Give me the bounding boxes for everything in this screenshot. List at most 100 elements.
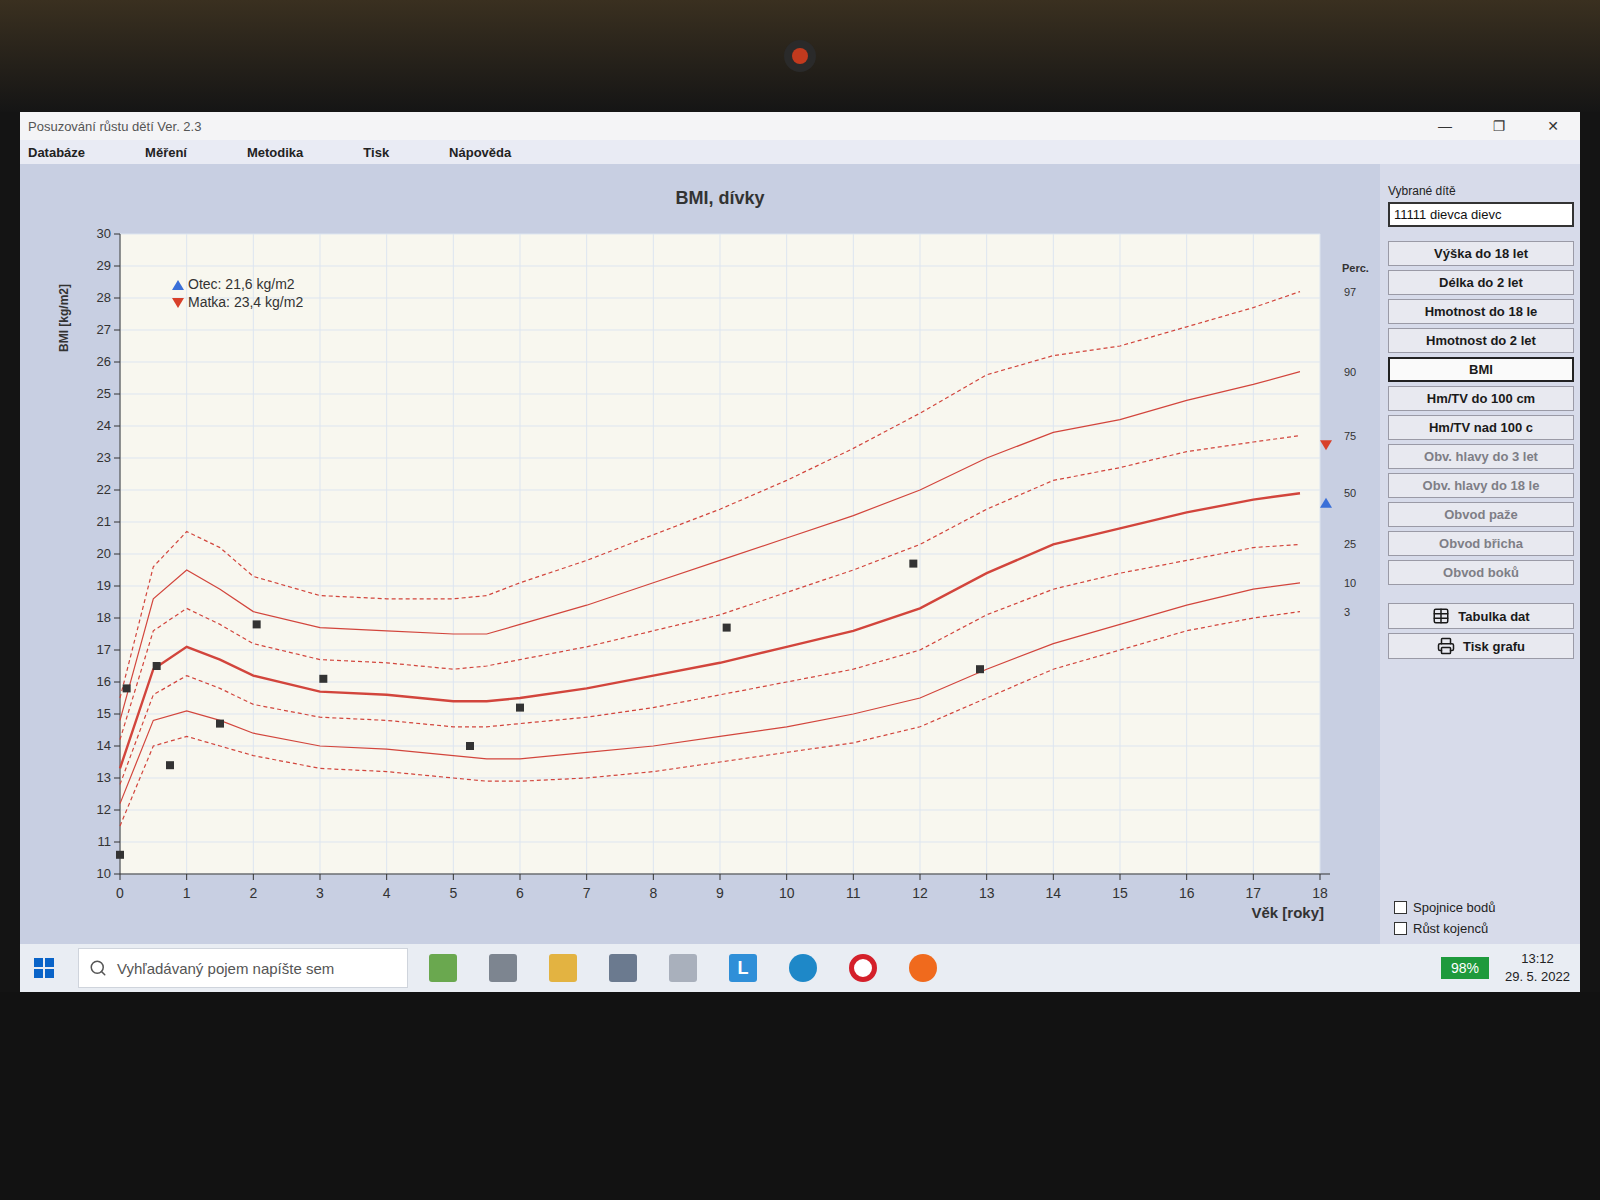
taskbar-app[interactable] (838, 948, 888, 988)
taskbar-app[interactable] (538, 948, 588, 988)
checkbox[interactable] (1394, 922, 1407, 935)
svg-text:15: 15 (97, 706, 111, 721)
system-tray: 98% 13:1229. 5. 2022 (1441, 950, 1570, 986)
percentile-header: Perc. (1342, 262, 1369, 274)
x-tick: 3 (316, 874, 324, 901)
sidebar-button[interactable]: Délka do 2 let (1388, 270, 1574, 295)
window-control-button[interactable]: — (1418, 112, 1472, 140)
svg-text:21: 21 (97, 514, 111, 529)
checkbox-row[interactable]: Spojnice bodů (1394, 900, 1574, 915)
svg-text:23: 23 (97, 450, 111, 465)
x-tick: 12 (912, 874, 928, 901)
y-tick: 24 (97, 418, 120, 433)
menu-item[interactable]: Měření (145, 145, 187, 160)
measurement-point (253, 620, 261, 628)
grid-line (120, 778, 1320, 779)
grid-line (120, 458, 1320, 459)
checkbox-group: Spojnice bodů Růst kojenců (1388, 900, 1574, 936)
taskbar-app[interactable] (778, 948, 828, 988)
y-tick: 14 (97, 738, 120, 753)
parent-marker (1320, 440, 1332, 450)
clock[interactable]: 13:1229. 5. 2022 (1505, 950, 1570, 986)
title-bar: Posuzování růstu dětí Ver. 2.3—❐✕ (20, 112, 1580, 140)
y-tick: 10 (97, 866, 120, 881)
sidebar-button[interactable]: Obv. hlavy do 3 let (1388, 444, 1574, 469)
grid-line (120, 810, 1320, 811)
main-area: BMI, dívky101112131415161718192021222324… (20, 164, 1580, 944)
x-tick: 8 (649, 874, 657, 901)
sidebar-button[interactable]: Obvod paže (1388, 502, 1574, 527)
sidebar-button[interactable]: Hmotnost do 18 le (1388, 299, 1574, 324)
window-control-button[interactable]: ✕ (1526, 112, 1580, 140)
y-tick: 12 (97, 802, 120, 817)
sidebar-button[interactable]: Hm/TV nad 100 c (1388, 415, 1574, 440)
svg-text:26: 26 (97, 354, 111, 369)
bmi-chart: BMI, dívky101112131415161718192021222324… (20, 164, 1380, 944)
battery-indicator: 98% (1441, 957, 1489, 979)
svg-text:4: 4 (383, 885, 391, 901)
weather-icon (429, 954, 457, 982)
svg-text:18: 18 (97, 610, 111, 625)
x-tick: 9 (716, 874, 724, 901)
svg-text:9: 9 (716, 885, 724, 901)
svg-text:5: 5 (449, 885, 457, 901)
grid-line (120, 682, 1320, 683)
percentile-curve: 75 (120, 430, 1356, 740)
chart-panel: BMI, dívky101112131415161718192021222324… (20, 164, 1380, 944)
svg-text:16: 16 (97, 674, 111, 689)
checkbox-row[interactable]: Růst kojenců (1394, 921, 1574, 936)
sidebar-button[interactable]: Hmotnost do 2 let (1388, 328, 1574, 353)
sidebar-button[interactable]: Obv. hlavy do 18 le (1388, 473, 1574, 498)
taskbar-app[interactable] (598, 948, 648, 988)
svg-text:27: 27 (97, 322, 111, 337)
y-tick: 26 (97, 354, 120, 369)
menu-item[interactable]: Databáze (28, 145, 85, 160)
grid-line (120, 362, 1320, 363)
sidebar-button[interactable]: Tisk grafu (1388, 633, 1574, 659)
sidebar-button[interactable]: Hm/TV do 100 cm (1388, 386, 1574, 411)
y-tick: 22 (97, 482, 120, 497)
svg-text:1: 1 (183, 885, 191, 901)
taskbar-app[interactable] (898, 948, 948, 988)
taskbar-app[interactable] (418, 948, 468, 988)
triangle-up-icon (172, 280, 184, 290)
menu-item[interactable]: Nápověda (449, 145, 511, 160)
sidebar-button[interactable]: Výška do 18 let (1388, 241, 1574, 266)
window-control-button[interactable]: ❐ (1472, 112, 1526, 140)
search-box[interactable]: Vyhľadávaný pojem napíšte sem (78, 948, 408, 988)
svg-text:28: 28 (97, 290, 111, 305)
x-tick: 13 (979, 874, 995, 901)
grid-line (120, 586, 1320, 587)
legend-item: Matka: 23,4 kg/m2 (172, 294, 1332, 450)
taskbar-app[interactable] (658, 948, 708, 988)
percentile-curve: 3 (120, 606, 1350, 826)
percentile-label: 97 (1344, 286, 1356, 298)
grid-line (120, 394, 1320, 395)
y-axis-label: BMI [kg/m2] (57, 284, 71, 352)
sidebar-button[interactable]: Obvod břicha (1388, 531, 1574, 556)
x-tick: 7 (583, 874, 591, 901)
window-controls: —❐✕ (1418, 112, 1580, 140)
windows-logo-icon[interactable] (20, 944, 68, 992)
menu-item[interactable]: Metodika (247, 145, 303, 160)
child-field[interactable]: 11111 dievca dievc (1388, 202, 1574, 227)
sidebar-button[interactable]: Obvod boků (1388, 560, 1574, 585)
percentile-label: 10 (1344, 577, 1356, 589)
menu-item[interactable]: Tisk (363, 145, 389, 160)
x-tick: 14 (1046, 874, 1062, 901)
letter-icon: L (729, 954, 757, 982)
x-tick: 1 (183, 874, 191, 901)
triangle-down-icon (172, 298, 184, 308)
plot-area (120, 234, 1320, 874)
y-tick: 25 (97, 386, 120, 401)
svg-text:12: 12 (97, 802, 111, 817)
taskbar-app[interactable] (478, 948, 528, 988)
svg-text:2: 2 (249, 885, 257, 901)
grid-line (120, 490, 1320, 491)
svg-text:0: 0 (116, 885, 124, 901)
sidebar-button[interactable]: Tabulka dat (1388, 603, 1574, 629)
sidebar-button[interactable]: BMI (1388, 357, 1574, 382)
taskbar-app[interactable]: L (718, 948, 768, 988)
checkbox[interactable] (1394, 901, 1407, 914)
edge-icon (789, 954, 817, 982)
